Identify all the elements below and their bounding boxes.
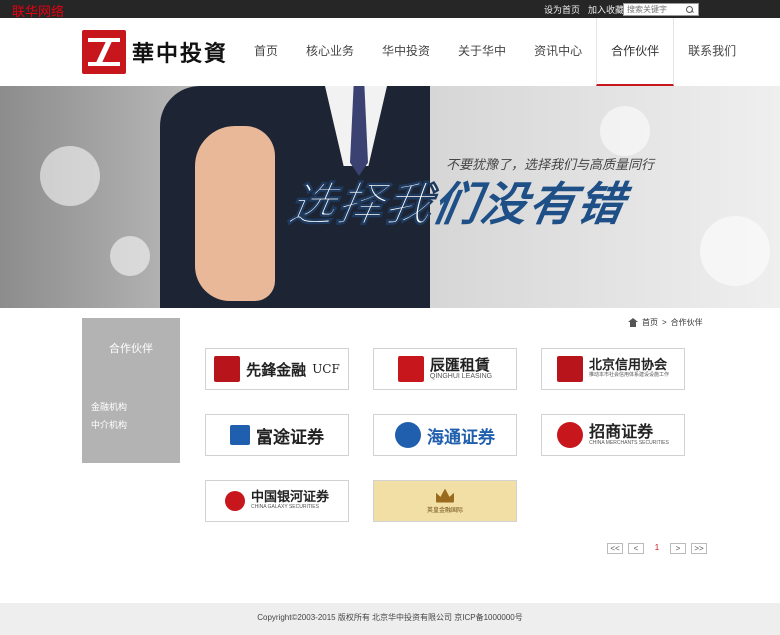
partner-extra: 英皇金融国际 [426, 507, 463, 514]
breadcrumb: 首页 > 合作伙伴 [628, 317, 703, 328]
partner-logo-haitong[interactable]: 海通证券 [373, 414, 517, 456]
banner-slogan-part-a: 选择我 [284, 178, 439, 231]
xianfeng-seal-icon [214, 356, 241, 382]
partner-name: 先鋒金融 [246, 360, 307, 379]
top-bar: 联华网络 设为首页 加入收藏 [0, 0, 780, 19]
prev-page-button[interactable]: < [628, 543, 644, 554]
nav-huazhong-invest[interactable]: 华中投资 [368, 18, 444, 86]
breadcrumb-separator: > [662, 318, 667, 327]
haitong-logo-icon [395, 422, 421, 448]
set-homepage-link[interactable]: 设为首页 [544, 3, 580, 16]
partner-logo-galaxy[interactable]: 中国银河证券 CHINA GALAXY SECURITIES [205, 480, 349, 522]
partner-extra: QINGHUI LEASING [429, 373, 493, 381]
first-page-button[interactable]: << [607, 543, 623, 554]
hero-banner: 不要犹豫了，选择我们与高质量同行 选择我们没有错 [0, 86, 780, 308]
partner-logo-qinghui[interactable]: 辰匯租賃 QINGHUI LEASING [373, 348, 517, 390]
merchants-logo-icon [557, 422, 584, 448]
sidebar-menu: 金融机构 中介机构 [91, 398, 127, 434]
partner-extra: CHINA GALAXY SECURITIES [250, 504, 319, 511]
partner-name: 富途证券 [256, 427, 324, 448]
logo-mark-icon [82, 30, 126, 74]
nav-about[interactable]: 关于华中 [444, 18, 520, 86]
sidebar-item-financial-institutions[interactable]: 金融机构 [91, 398, 127, 416]
search-icon[interactable] [684, 4, 696, 15]
qinghui-logo-icon [397, 356, 424, 382]
partner-extra: CHINA MERCHANTS SECURITIES [589, 440, 669, 447]
partner-logo-futu[interactable]: 富途证券 [205, 414, 349, 456]
sidebar: 合作伙伴 金融机构 中介机构 [82, 318, 180, 463]
partner-name: 辰匯租賃 [429, 355, 490, 374]
sidebar-item-intermediaries[interactable]: 中介机构 [91, 416, 127, 434]
bokeh-light [600, 106, 650, 156]
pagination: << < 1 > >> [607, 543, 707, 554]
last-page-button[interactable]: >> [691, 543, 707, 554]
next-page-button[interactable]: > [670, 543, 686, 554]
sidebar-title: 合作伙伴 [109, 343, 153, 355]
current-page: 1 [649, 543, 665, 554]
partner-name: 中国银河证券 [250, 490, 329, 506]
logo-text: 華中投資 [132, 41, 229, 67]
breadcrumb-home[interactable]: 首页 [642, 317, 658, 328]
home-icon [628, 318, 638, 327]
bokeh-light [110, 236, 150, 276]
bokeh-light [700, 216, 770, 286]
credit-association-icon [556, 356, 583, 382]
partner-name: 招商证券 [589, 422, 654, 442]
top-links: 设为首页 加入收藏 [544, 3, 624, 16]
partner-logo-merchants[interactable]: 招商证券 CHINA MERCHANTS SECURITIES [541, 414, 685, 456]
main-nav: 首页 核心业务 华中投资 关于华中 资讯中心 合作伙伴 联系我们 [240, 18, 750, 86]
nav-home[interactable]: 首页 [240, 18, 292, 86]
nav-contact[interactable]: 联系我们 [674, 18, 750, 86]
partner-extra: 推动本市社会信用体系建设设施工作 [588, 372, 669, 379]
handshake-hand [195, 126, 275, 301]
nav-partners[interactable]: 合作伙伴 [596, 18, 675, 86]
partner-extra: UCF [312, 362, 340, 376]
search-box [623, 3, 699, 16]
partner-name: 海通证券 [427, 427, 495, 448]
partner-logo-credit-association[interactable]: 北京信用协会 推动本市社会信用体系建设设施工作 [541, 348, 685, 390]
site-logo[interactable]: 華中投資 [82, 30, 228, 74]
bokeh-light [40, 146, 100, 206]
add-favorite-link[interactable]: 加入收藏 [588, 3, 624, 16]
nav-news[interactable]: 资讯中心 [520, 18, 596, 86]
futu-logo-icon [230, 425, 250, 445]
banner-slogan: 选择我们没有错 [284, 168, 632, 234]
banner-slogan-part-b: 们没有错 [428, 178, 631, 230]
breadcrumb-current: 合作伙伴 [670, 318, 703, 327]
crown-icon [436, 488, 454, 503]
partner-logo-emperor[interactable]: 英皇金融国际 [373, 480, 517, 522]
site-footer: Copyright©2003-2015 版权所有 北京华中投资有限公司 京ICP… [0, 603, 780, 635]
nav-core-business[interactable]: 核心业务 [292, 18, 368, 86]
site-header: 華中投資 首页 核心业务 华中投资 关于华中 资讯中心 合作伙伴 联系我们 [0, 18, 780, 86]
search-input[interactable] [624, 4, 684, 15]
partner-logo-ucf[interactable]: 先鋒金融 UCF [205, 348, 349, 390]
galaxy-logo-icon [224, 491, 245, 511]
